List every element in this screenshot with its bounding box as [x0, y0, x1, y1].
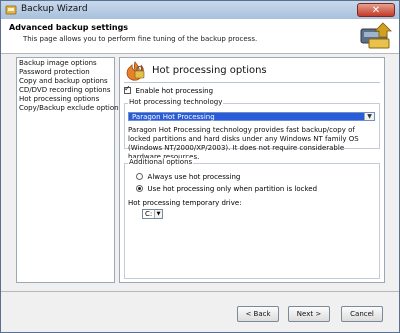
enable-hot-processing-checkbox[interactable] [124, 84, 131, 94]
title-bar[interactable]: Backup Wizard ✕ [1, 1, 399, 20]
next-button[interactable]: Next > [288, 306, 330, 322]
nav-item-copy-and-backup-options[interactable]: Copy and backup options [17, 77, 114, 86]
backup-drive-icon [360, 22, 392, 49]
locked-hot-processing-label: Use hot processing only when partition i… [147, 184, 318, 193]
technology-dropdown-value: Paragon Hot Processing [132, 113, 215, 121]
footer-divider [1, 291, 399, 292]
close-icon: ✕ [371, 5, 381, 16]
temporary-drive-dropdown[interactable]: C: ▼ [142, 209, 163, 219]
additional-options-label: Additional options [128, 158, 194, 166]
technology-group-label: Hot processing technology [128, 98, 224, 106]
nav-item-backup-image-options[interactable]: Backup image options [17, 59, 114, 68]
nav-item-password-protection[interactable]: Password protection [17, 68, 114, 77]
nav-item-hot-processing-options[interactable]: Hot processing options [17, 95, 114, 104]
always-hot-processing-option[interactable]: Always use hot processing [136, 172, 240, 182]
locked-hot-processing-radio[interactable] [136, 185, 143, 192]
nav-item-cd-dvd-recording-options[interactable]: CD/DVD recording options [17, 86, 114, 95]
nav-item-copy-backup-exclude-options[interactable]: Copy/Backup exclude options [17, 104, 122, 113]
enable-hot-processing-row[interactable]: Enable hot processing [124, 84, 214, 96]
chevron-down-icon[interactable]: ▼ [154, 210, 162, 218]
page-title: Advanced backup settings [9, 23, 129, 32]
temporary-drive-label: Hot processing temporary drive: [128, 199, 242, 207]
settings-nav-list[interactable]: Backup image options Password protection… [16, 57, 122, 283]
backup-wizard-app-icon [5, 5, 17, 15]
page-subtitle: This page allows you to perform fine tun… [23, 35, 258, 43]
panel-title: Hot processing options [152, 65, 267, 76]
technology-dropdown[interactable]: Paragon Hot Processing ▼ [128, 112, 375, 121]
cancel-button[interactable]: Cancel [341, 306, 383, 322]
backup-wizard-window: Backup Wizard ✕ Advanced backup settings… [0, 0, 400, 333]
hot-processing-icon [126, 61, 145, 81]
always-hot-processing-label: Always use hot processing [147, 172, 241, 181]
technology-description: Paragon Hot Processing technology provid… [128, 126, 359, 161]
window-title: Backup Wizard [21, 4, 88, 14]
always-hot-processing-radio[interactable] [136, 173, 143, 180]
locked-hot-processing-option[interactable]: Use hot processing only when partition i… [136, 184, 317, 194]
hot-processing-panel: Hot processing options Enable hot proces… [119, 57, 385, 283]
temporary-drive-value: C: [145, 210, 153, 218]
panel-title-divider [124, 82, 380, 83]
chevron-down-icon[interactable]: ▼ [364, 113, 374, 120]
enable-hot-processing-label: Enable hot processing [135, 86, 214, 95]
wizard-header: Advanced backup settings This page allow… [1, 19, 399, 54]
close-button[interactable]: ✕ [357, 3, 395, 17]
back-button[interactable]: < Back [237, 306, 279, 322]
